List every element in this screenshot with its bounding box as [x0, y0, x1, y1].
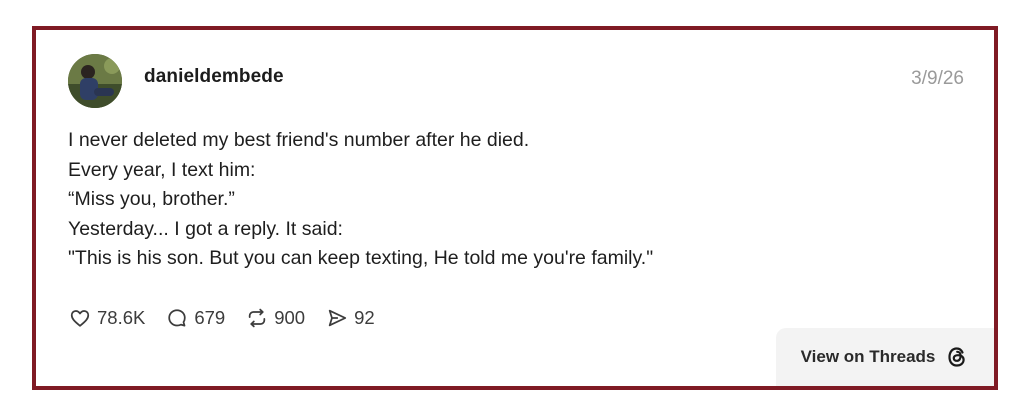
send-arrow-icon — [325, 306, 349, 330]
like-button[interactable]: 78.6K — [68, 306, 145, 330]
threads-post-card: danieldembede 3/9/26 I never deleted my … — [32, 26, 998, 390]
threads-logo-icon — [945, 345, 969, 369]
page: danieldembede 3/9/26 I never deleted my … — [0, 0, 1024, 405]
avatar-image — [68, 54, 122, 108]
view-on-threads-button[interactable]: View on Threads — [776, 328, 994, 386]
username[interactable]: danieldembede — [144, 66, 284, 88]
post-date: 3/9/26 — [911, 68, 964, 89]
post-line: "This is his son. But you can keep texti… — [68, 247, 654, 269]
comment-button[interactable]: 679 — [165, 306, 225, 330]
post-actions: 78.6K 679 900 92 — [68, 303, 395, 333]
like-count: 78.6K — [97, 307, 146, 328]
post-line: Yesterday... I got a reply. It said: — [68, 217, 343, 240]
post-line: “Miss you, brother.” — [68, 188, 235, 210]
comment-bubble-icon — [165, 306, 189, 330]
view-on-threads-label: View on Threads — [800, 347, 936, 366]
avatar[interactable] — [68, 54, 122, 108]
share-button[interactable]: 92 — [325, 306, 375, 330]
post-line: I never deleted my best friend's number … — [68, 129, 530, 151]
share-count: 92 — [354, 307, 375, 328]
comment-count: 679 — [194, 307, 226, 328]
repost-count: 900 — [274, 307, 306, 328]
post-line: Every year, I text him: — [68, 158, 256, 181]
post-text: I never deleted my best friend's number … — [68, 126, 968, 274]
repost-arrows-icon — [245, 306, 269, 330]
heart-icon — [68, 306, 92, 330]
repost-button[interactable]: 900 — [245, 306, 305, 330]
